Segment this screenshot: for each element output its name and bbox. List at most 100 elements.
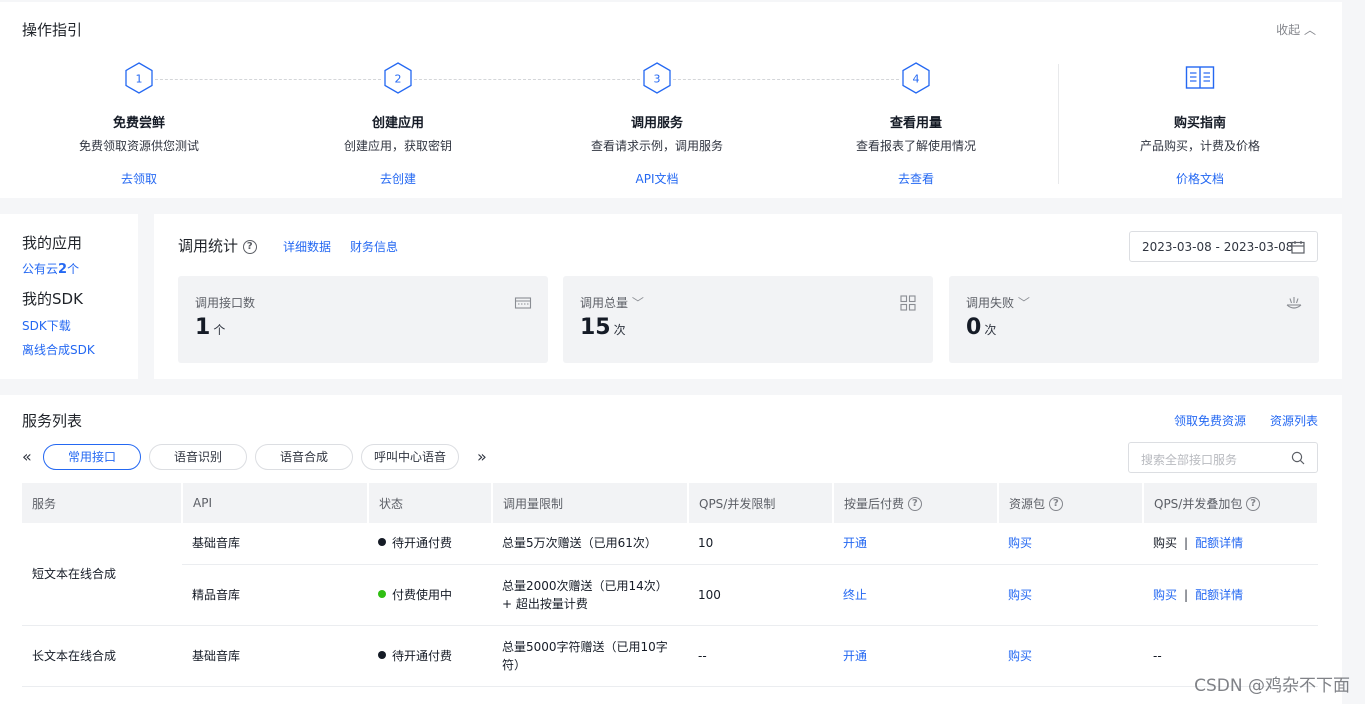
limit-cell: 总量5000字符赠送（已用10字符） xyxy=(492,625,688,687)
col-status: 状态 xyxy=(368,483,493,523)
svg-text:3: 3 xyxy=(654,73,661,86)
public-cloud-unit: 个 xyxy=(67,262,80,276)
help-icon[interactable]: ? xyxy=(907,497,922,511)
col-service: 服务 xyxy=(22,483,183,523)
help-icon[interactable]: ? xyxy=(1246,497,1261,511)
sdk-download-link[interactable]: SDK下载 xyxy=(22,317,71,334)
keyboard-icon xyxy=(514,297,532,309)
buy-guide: 购买指南 产品购买，计费及价格 价格文档 xyxy=(1080,62,1320,187)
chevron-down-icon[interactable]: ﹀ xyxy=(628,296,644,310)
quota-detail-link[interactable]: 配额详情 xyxy=(1195,536,1243,550)
free-resource-link[interactable]: 领取免费资源 xyxy=(1174,412,1246,429)
postpaid-cell: 终止 xyxy=(833,564,998,626)
col-api: API xyxy=(182,483,369,523)
quota-detail-link[interactable]: 配额详情 xyxy=(1195,588,1243,602)
col-qps: QPS/并发限制 xyxy=(688,483,834,523)
step-desc: 创建应用，获取密钥 xyxy=(343,139,452,153)
service-list-title: 服务列表 xyxy=(22,412,83,430)
search-icon xyxy=(1291,451,1305,465)
status-dot xyxy=(378,650,386,659)
stat-label: 调用失败 ﹀ xyxy=(966,294,1030,311)
tabs-next-icon[interactable]: » xyxy=(477,447,487,466)
api-name: 基础音库 xyxy=(182,523,368,565)
help-icon[interactable]: ? xyxy=(242,239,257,254)
chevron-down-icon[interactable]: ﹀ xyxy=(1014,296,1030,310)
call-stats-label: 调用统计 xyxy=(178,237,239,255)
call-stats-title: 调用统计 ? xyxy=(178,235,257,256)
help-icon[interactable]: ? xyxy=(1048,497,1063,511)
service-name: 长文本在线合成 xyxy=(22,625,182,687)
stat-value: 15 次 xyxy=(580,315,626,340)
postpaid-cell: 开通 xyxy=(833,625,998,687)
search-placeholder: 搜索全部接口服务 xyxy=(1141,453,1238,467)
step-desc: 查看报表了解使用情况 xyxy=(855,139,976,153)
separator: | xyxy=(1184,587,1189,602)
table-row: 短文本在线合成 基础音库 待开通付费 总量5万次赠送（已用61次） 10 开通 … xyxy=(22,523,1318,626)
enable-link[interactable]: 开通 xyxy=(843,649,867,663)
api-name: 精品音库 xyxy=(182,564,368,626)
buy-package-link[interactable]: 购买 xyxy=(1008,649,1032,663)
svg-text:1: 1 xyxy=(136,73,143,86)
package-cell: 购买 xyxy=(998,523,1143,565)
chevron-up-icon: ︿ xyxy=(1300,23,1316,37)
step-link[interactable]: 去领取 xyxy=(19,170,259,187)
svg-text:2: 2 xyxy=(395,73,402,86)
date-range-picker[interactable]: 2023-03-08 - 2023-03-08 xyxy=(1129,231,1318,262)
table-row: 长文本在线合成 基础音库 待开通付费 总量5000字符赠送（已用10字符） --… xyxy=(22,625,1318,687)
tab-speech-synthesis[interactable]: 语音合成 xyxy=(255,444,353,470)
qps-cell: 100 xyxy=(688,564,833,626)
tab-speech-recognition[interactable]: 语音识别 xyxy=(149,444,247,470)
qps-cell: 10 xyxy=(688,523,833,565)
call-stats-panel: 调用统计 ? 详细数据 财务信息 2023-03-08 - 2023-03-08… xyxy=(154,214,1342,379)
stat-unit: 次 xyxy=(984,323,997,337)
status-text: 待开通付费 xyxy=(392,648,453,663)
col-postpaid-label: 按量后付费 xyxy=(844,496,905,511)
finance-info-link[interactable]: 财务信息 xyxy=(350,238,398,255)
status-cell: 待开通付费 xyxy=(368,523,492,565)
buy-package-link[interactable]: 购买 xyxy=(1008,536,1032,550)
stat-label: 调用接口数 xyxy=(195,296,256,310)
stat-value: 0次 xyxy=(966,315,996,340)
tab-common-api[interactable]: 常用接口 xyxy=(43,444,141,470)
table-header-row: 服务 API 状态 调用量限制 QPS/并发限制 按量后付费 ? 资源包 ? Q… xyxy=(22,483,1319,523)
detail-data-link[interactable]: 详细数据 xyxy=(283,238,331,255)
tab-call-center-voice[interactable]: 呼叫中心语音 xyxy=(361,444,459,470)
stat-label-text: 调用失败 xyxy=(966,296,1015,310)
terminate-link[interactable]: 终止 xyxy=(843,588,867,602)
step-number-icon: 4 xyxy=(902,62,930,94)
step-link[interactable]: API文档 xyxy=(537,170,777,187)
qps-package-cell: 购买 | 配额详情 xyxy=(1143,564,1318,626)
buy-qps-link[interactable]: 购买 xyxy=(1153,588,1177,602)
tabs-prev-icon[interactable]: « xyxy=(22,447,32,466)
buy-package-link[interactable]: 购买 xyxy=(1008,588,1032,602)
qps-cell: -- xyxy=(688,625,833,687)
guide-step-2: 2 创建应用 创建应用，获取密钥 去创建 xyxy=(278,62,518,187)
collapse-button[interactable]: 收起 ︿ xyxy=(1276,21,1316,38)
step-title: 查看用量 xyxy=(889,116,942,131)
col-package: 资源包 ? xyxy=(998,483,1144,523)
stat-number: 15 xyxy=(580,315,611,340)
stat-label-text: 调用总量 xyxy=(580,296,629,310)
enable-link[interactable]: 开通 xyxy=(843,536,867,550)
buy-qps-button[interactable]: 购买 xyxy=(1153,536,1177,550)
book-icon xyxy=(1185,66,1215,89)
guide-step-1: 1 免费尝鲜 免费领取资源供您测试 去领取 xyxy=(19,62,259,187)
stat-card-total: 调用总量 ﹀ 15 次 xyxy=(563,276,933,363)
separator: | xyxy=(1184,536,1189,551)
resource-list-link[interactable]: 资源列表 xyxy=(1270,412,1318,429)
service-search-input[interactable]: 搜索全部接口服务 xyxy=(1128,442,1318,473)
grid-icon xyxy=(900,295,916,311)
step-number-icon: 1 xyxy=(125,62,153,94)
step-link[interactable]: 去创建 xyxy=(278,170,518,187)
offline-sdk-link[interactable]: 离线合成SDK xyxy=(22,341,95,358)
step-number-icon: 2 xyxy=(384,62,412,94)
public-cloud-link[interactable]: 公有云2个 xyxy=(22,260,79,277)
watermark: CSDN @鸡杂不下面 xyxy=(1194,676,1350,696)
table-row: 精品音库 付费使用中 总量2000次赠送（已用14次） + 超出按量计费 100… xyxy=(22,564,1318,626)
step-link[interactable]: 去查看 xyxy=(796,170,1036,187)
fail-icon xyxy=(1286,297,1302,309)
stat-card-apis: 调用接口数 1个 xyxy=(178,276,548,363)
package-cell: 购买 xyxy=(998,625,1143,687)
my-sdk-title: 我的SDK xyxy=(22,290,83,308)
price-doc-link[interactable]: 价格文档 xyxy=(1080,170,1320,187)
